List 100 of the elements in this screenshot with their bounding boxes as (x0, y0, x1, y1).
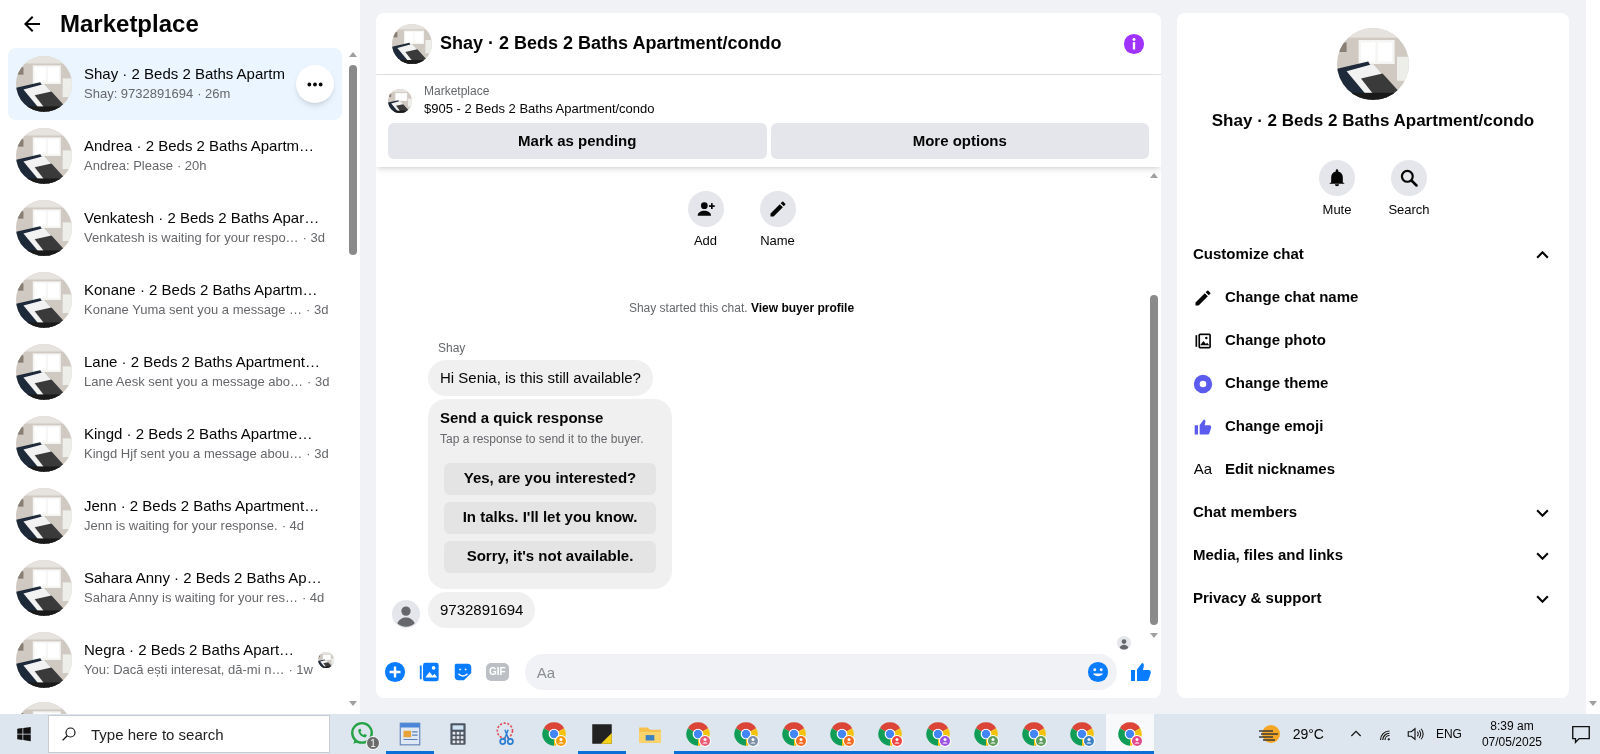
listing-title: $905 - 2 Beds 2 Baths Apartment/condo (424, 100, 655, 118)
browser-icon (780, 720, 808, 748)
message-time: · 4d (301, 589, 325, 607)
conversation-name: Lane · 2 Beds 2 Baths Apartment… (84, 352, 321, 372)
search-icon (60, 725, 78, 743)
browser-icon (1020, 720, 1048, 748)
section-header[interactable]: Media, files and links (1193, 534, 1553, 577)
quick-response-button[interactable]: In talks. I'll let you know. (444, 501, 656, 534)
message-time: · 20h (176, 157, 207, 175)
conversation-name: Shay · 2 Beds 2 Baths Apartm (84, 64, 286, 84)
notification-icon[interactable] (1570, 723, 1592, 745)
listing-label: Marketplace (424, 83, 491, 99)
section-header[interactable]: Privacy & support (1193, 577, 1553, 620)
browser-icon (828, 720, 856, 748)
buyer-profile-link[interactable]: View buyer profile (750, 300, 855, 315)
chevron-down-icon (1536, 551, 1549, 560)
sticky-note-icon (589, 721, 615, 747)
text-icon: Aa (1193, 458, 1213, 481)
chat-bubble-icon (349, 721, 375, 747)
language-indicator[interactable]: ENG (1435, 725, 1462, 743)
search-button[interactable] (1391, 159, 1427, 196)
menu-item[interactable]: Change photo (1193, 319, 1553, 362)
message-preview: Shay: 9732891694 (84, 85, 194, 103)
like-icon[interactable] (1129, 660, 1153, 684)
action-label: Mute (1322, 200, 1352, 219)
chevron-down-icon (1536, 508, 1549, 517)
conversation-name: Kingd · 2 Beds 2 Baths Apartme… (84, 424, 314, 444)
card-title: Send a quick response (440, 408, 605, 428)
message-preview: Venkatesh is waiting for your respo… (84, 229, 299, 247)
more-button[interactable] (296, 65, 334, 103)
menu-item[interactable]: Aa Edit nicknames (1193, 448, 1553, 491)
conversation-name: Negra · 2 Beds 2 Baths Apart… (84, 640, 296, 660)
browser-icon (876, 720, 904, 748)
listing-button[interactable]: More options (770, 123, 1149, 159)
temperature[interactable]: 29°C (1292, 723, 1324, 745)
emoji-icon[interactable] (1087, 661, 1109, 683)
section-title: Media, files and links (1193, 545, 1344, 566)
message-time: · 26m (197, 85, 231, 103)
clock-time[interactable]: 8:39 am (1490, 718, 1534, 734)
message-preview: Lane Aesk sent you a message abo… (84, 373, 303, 391)
add-button[interactable] (687, 191, 724, 227)
section-title: Customize chat (1193, 244, 1304, 265)
chat-title: Shay · 2 Beds 2 Baths Apartment/condo (1211, 110, 1535, 132)
section-title: Chat members (1193, 502, 1298, 523)
message-time: · 1w (288, 661, 313, 679)
conversation-name: Jenn · 2 Beds 2 Baths Apartment… (84, 496, 321, 516)
info-icon[interactable] (1123, 32, 1145, 55)
browser-icon (1068, 720, 1096, 748)
action-label: Add (693, 232, 718, 250)
search-icon (1399, 167, 1419, 188)
menu-item[interactable]: Change theme (1193, 362, 1553, 405)
menu-item[interactable]: Change emoji (1193, 405, 1553, 448)
browser-icon (972, 720, 1000, 748)
browser-icon (540, 720, 568, 748)
avatar-icon (392, 600, 420, 628)
theme-icon (1193, 373, 1213, 394)
conversation-name: Sahara Anny · 2 Beds 2 Baths Ap… (84, 568, 323, 588)
message-preview: Konane Yuma sent you a message … (84, 301, 302, 319)
message-time: · 3d (302, 229, 325, 247)
chevron-down-icon (1536, 594, 1549, 603)
sticker-icon[interactable] (452, 661, 474, 683)
action-label: Search (1388, 200, 1430, 219)
card-subtitle: Tap a response to send it to the buyer. (440, 430, 645, 448)
message-preview: You: Dacă ești interesat, dă-mi n… (84, 661, 285, 679)
system-message: Shay started this chat. View buyer profile (627, 299, 856, 317)
message-preview: Jenn is waiting for your response. (84, 517, 278, 535)
mute-button[interactable] (1319, 159, 1355, 196)
plus-icon[interactable] (384, 661, 406, 683)
taskbar-app[interactable]: 1 (338, 714, 386, 754)
taskbar-search-field[interactable]: Type here to search (48, 715, 330, 753)
clock-date[interactable]: 07/05/2025 (1481, 734, 1542, 750)
listing-button[interactable]: Mark as pending (388, 123, 767, 159)
windows-icon (15, 725, 33, 743)
weather-icon[interactable] (1256, 722, 1281, 746)
chevron-up-icon (1536, 250, 1549, 259)
message-time: · 4d (281, 517, 305, 535)
browser-icon (924, 720, 952, 748)
conversation-item[interactable]: Shay · 2 Beds 2 Baths Apartm Shay: 9732891694 · 26m (8, 48, 342, 120)
message-bubble: Hi Senia, is this still available? (428, 359, 653, 396)
bell-icon (1327, 167, 1347, 188)
section-header[interactable]: Chat members (1193, 491, 1553, 534)
section-header[interactable]: Customize chat (1193, 233, 1553, 276)
message-preview: Kingd Hjf sent you a message abou… (84, 445, 303, 463)
conversation-name: Venkatesh · 2 Beds 2 Baths Apar… (84, 208, 321, 228)
browser-icon (1116, 720, 1144, 748)
message-time: · 3d (306, 301, 329, 319)
volume-icon[interactable] (1405, 725, 1424, 743)
name-button[interactable] (759, 191, 796, 227)
badge-count: 1 (366, 736, 380, 750)
sender-name: Shay (438, 339, 467, 357)
message-input[interactable]: Aa (524, 654, 1117, 690)
seen-avatar-icon (1117, 636, 1131, 650)
menu-item[interactable]: Change chat name (1193, 276, 1553, 319)
document-icon (397, 721, 423, 747)
quick-response-button[interactable]: Sorry, it's not available. (444, 540, 656, 573)
quick-response-button[interactable]: Yes, are you interested? (444, 462, 656, 495)
gallery-icon[interactable] (418, 661, 440, 683)
section-title: Privacy & support (1193, 588, 1322, 609)
action-label: Name (760, 232, 795, 250)
more-icon (307, 81, 323, 87)
